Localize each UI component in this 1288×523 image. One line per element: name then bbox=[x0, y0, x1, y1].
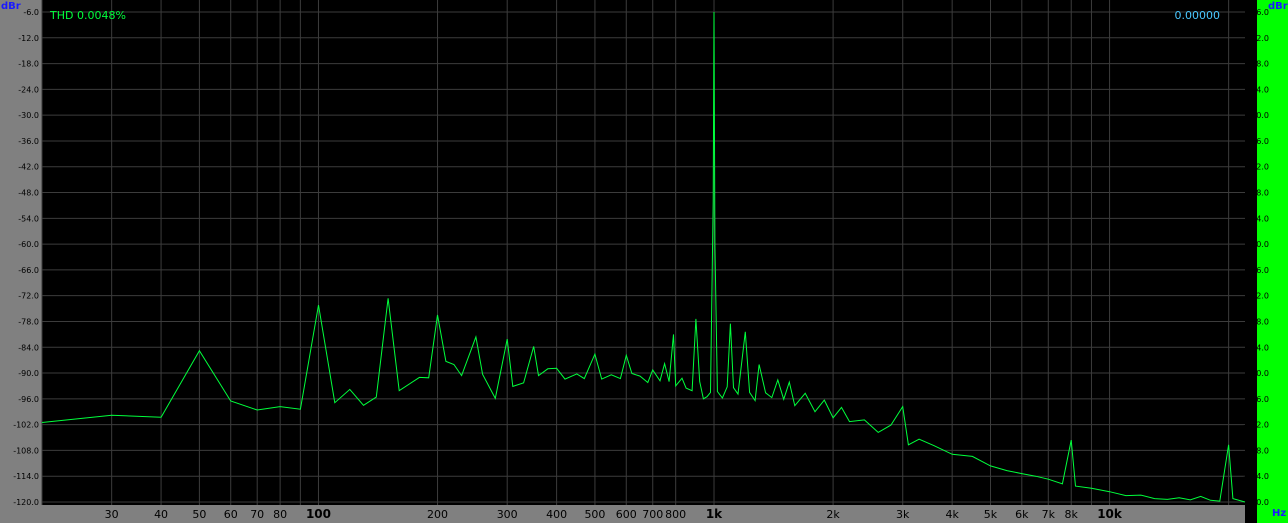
left-y-tick-label: -84.0 bbox=[18, 343, 39, 352]
left-y-tick-label: -30.0 bbox=[18, 111, 39, 120]
right-axis-unit: dBr bbox=[1268, 1, 1288, 12]
left-y-tick-label: -12.0 bbox=[18, 34, 39, 43]
x-axis-unit: Hz bbox=[1272, 508, 1286, 519]
x-tick-label: 200 bbox=[427, 508, 448, 521]
right-y-tick-label: -18.0 bbox=[1248, 60, 1269, 69]
x-tick-label: 30 bbox=[105, 508, 119, 521]
x-tick-label: 7k bbox=[1042, 508, 1056, 521]
right-y-tick-label: -30.0 bbox=[1248, 111, 1269, 120]
left-y-tick-label: -60.0 bbox=[18, 240, 39, 249]
x-tick-label: 700 bbox=[642, 508, 663, 521]
x-tick-label: 600 bbox=[616, 508, 637, 521]
left-y-tick-label: -24.0 bbox=[18, 85, 39, 94]
x-tick-label: 4k bbox=[945, 508, 959, 521]
analyzer-window: -6.0 -12.0 -18.0 -24.0 -30.0 -36.0 -42.0 -48.0 -… bbox=[0, 0, 1288, 523]
left-y-tick-label: -48.0 bbox=[18, 189, 39, 198]
spectrum-chart: -6.0 -12.0 -18.0 -24.0 -30.0 -36.0 -42.0 -48.0 -… bbox=[1, 0, 1288, 523]
left-y-tick-label: -102.0 bbox=[13, 421, 39, 430]
right-y-tick-label: -120.0 bbox=[1243, 498, 1269, 507]
right-y-tick-label: -36.0 bbox=[1248, 137, 1269, 146]
right-y-tick-label: -84.0 bbox=[1248, 343, 1269, 352]
x-tick-label: 100 bbox=[306, 507, 331, 521]
x-tick-label: 800 bbox=[665, 508, 686, 521]
x-tick-label: 2k bbox=[826, 508, 840, 521]
right-y-tick-label: -102.0 bbox=[1243, 421, 1269, 430]
right-y-tick-label: -96.0 bbox=[1248, 395, 1269, 404]
right-y-tick-label: -24.0 bbox=[1248, 85, 1269, 94]
right-y-tick-label: -12.0 bbox=[1248, 34, 1269, 43]
left-y-tick-label: -78.0 bbox=[18, 317, 39, 326]
x-tick-label: 40 bbox=[154, 508, 168, 521]
right-y-tick-label: -42.0 bbox=[1248, 163, 1269, 172]
thd-label: THD 0.0048% bbox=[49, 9, 126, 22]
x-tick-label: 8k bbox=[1065, 508, 1079, 521]
right-gutter bbox=[1245, 0, 1257, 523]
left-y-tick-label: -108.0 bbox=[13, 446, 39, 455]
x-tick-label: 5k bbox=[984, 508, 998, 521]
left-y-tick-label: -42.0 bbox=[18, 163, 39, 172]
right-y-tick-label: -90.0 bbox=[1248, 369, 1269, 378]
x-tick-label: 50 bbox=[192, 508, 206, 521]
x-tick-label: 3k bbox=[896, 508, 910, 521]
left-y-tick-label: -90.0 bbox=[18, 369, 39, 378]
left-y-tick-label: -120.0 bbox=[13, 498, 39, 507]
right-y-tick-label: -48.0 bbox=[1248, 189, 1269, 198]
x-tick-label: 300 bbox=[497, 508, 518, 521]
left-y-tick-label: -72.0 bbox=[18, 292, 39, 301]
x-tick-label: 80 bbox=[273, 508, 287, 521]
x-tick-label: 70 bbox=[250, 508, 264, 521]
right-axis-panel bbox=[1257, 0, 1288, 523]
readout-value: 0.00000 bbox=[1175, 9, 1221, 22]
right-y-tick-label: -60.0 bbox=[1248, 240, 1269, 249]
right-y-tick-label: -114.0 bbox=[1243, 472, 1269, 481]
left-y-tick-label: -96.0 bbox=[18, 395, 39, 404]
right-y-tick-label: -72.0 bbox=[1248, 292, 1269, 301]
right-y-tick-label: -78.0 bbox=[1248, 317, 1269, 326]
x-tick-label: 500 bbox=[584, 508, 605, 521]
x-tick-label: 400 bbox=[546, 508, 567, 521]
left-axis-unit: dBr bbox=[1, 1, 21, 12]
left-y-tick-label: -6.0 bbox=[23, 8, 39, 17]
left-y-tick-label: -36.0 bbox=[18, 137, 39, 146]
left-y-tick-label: -66.0 bbox=[18, 266, 39, 275]
left-y-tick-label: -54.0 bbox=[18, 214, 39, 223]
plot-area bbox=[42, 0, 1245, 505]
right-y-tick-label: -6.0 bbox=[1253, 8, 1269, 17]
left-y-axis: -6.0 -12.0 -18.0 -24.0 -30.0 -36.0 -42.0 -48.0 -… bbox=[13, 8, 39, 507]
x-tick-label: 6k bbox=[1015, 508, 1029, 521]
right-y-tick-label: -108.0 bbox=[1243, 446, 1269, 455]
left-y-tick-label: -18.0 bbox=[18, 60, 39, 69]
right-y-tick-label: -66.0 bbox=[1248, 266, 1269, 275]
x-tick-label: 1k bbox=[706, 507, 723, 521]
x-tick-label: 60 bbox=[224, 508, 238, 521]
x-tick-label: 10k bbox=[1097, 507, 1123, 521]
x-axis: 30 40 50 60 70 80 100 200 300 400 500 600 700 800 1k 2k… bbox=[105, 507, 1123, 521]
right-y-tick-label: -54.0 bbox=[1248, 214, 1269, 223]
left-y-tick-label: -114.0 bbox=[13, 472, 39, 481]
